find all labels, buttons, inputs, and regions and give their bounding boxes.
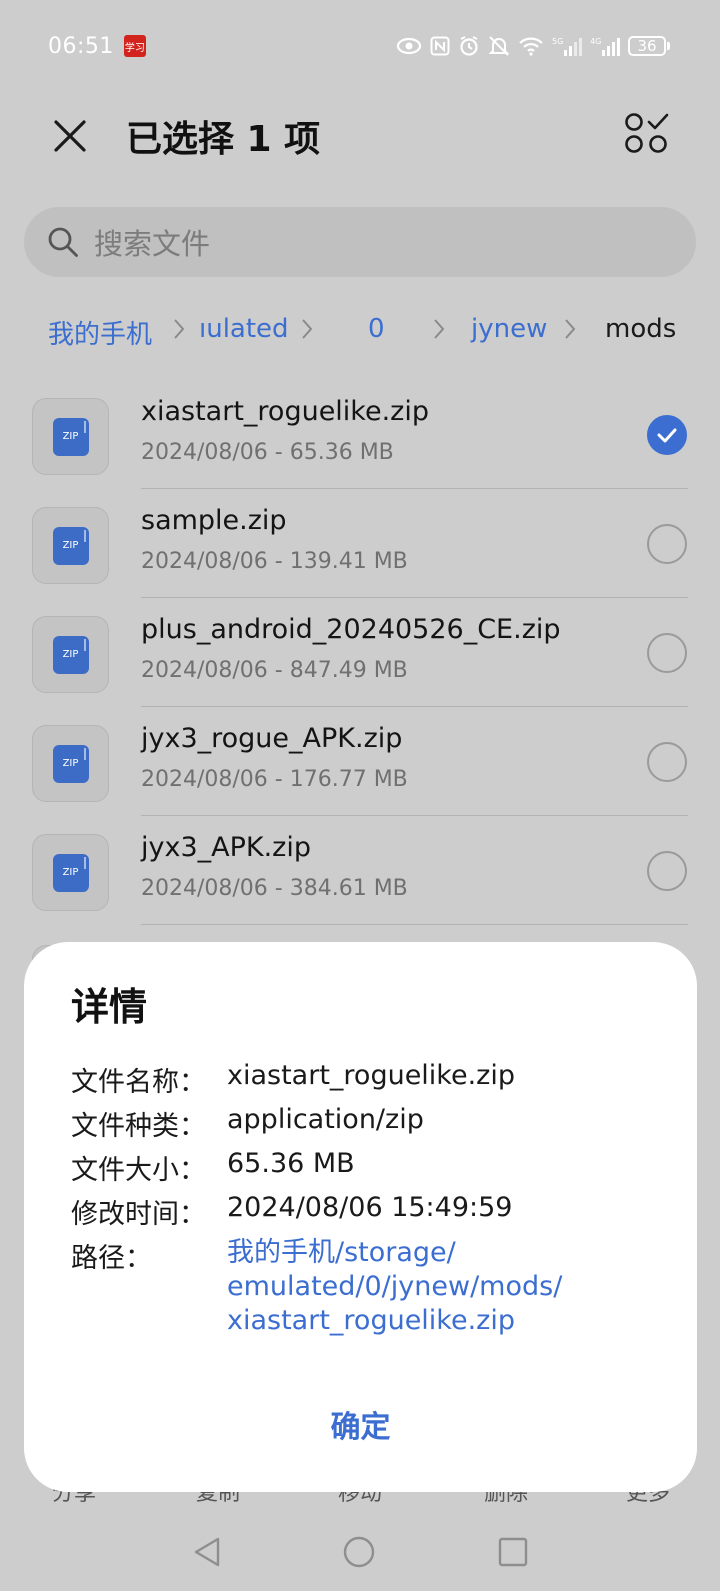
list-item[interactable]: ZIP jyx3_rogue_APK.zip 2024/08/06 - 176.… <box>0 707 720 816</box>
zip-label: ZIP <box>52 744 89 783</box>
list-item[interactable]: ZIP jyx3_APK.zip 2024/08/06 - 384.61 MB <box>0 816 720 925</box>
zip-label: ZIP <box>52 853 89 892</box>
checkbox-checked[interactable] <box>647 415 687 455</box>
alarm-icon <box>460 36 478 56</box>
file-name: jyx3_rogue_APK.zip <box>141 723 403 754</box>
status-icons: 5G 4G 36 <box>396 35 670 57</box>
file-meta: 2024/08/06 - 176.77 MB <box>141 767 408 792</box>
header: 已选择 1 项 <box>0 92 720 212</box>
signal-4g-icon: 4G <box>590 37 620 56</box>
signal-5g-icon: 5G <box>552 37 582 56</box>
system-nav-bar <box>0 1525 720 1591</box>
file-meta: 2024/08/06 - 65.36 MB <box>141 440 394 465</box>
recents-icon[interactable] <box>496 1535 530 1569</box>
breadcrumb-item-jynew[interactable]: jynew <box>471 314 547 344</box>
breadcrumb-item-0[interactable]: 0 <box>368 314 385 344</box>
zip-file-icon: ZIP <box>32 616 109 693</box>
list-item[interactable]: ZIP sample.zip 2024/08/06 - 139.41 MB <box>0 489 720 598</box>
checkbox[interactable] <box>647 742 687 782</box>
svg-text:5G: 5G <box>552 37 563 46</box>
path-link[interactable]: 我的手机/storage/ emulated/0/jynew/mods/ xia… <box>227 1236 562 1338</box>
checkbox[interactable] <box>647 633 687 673</box>
battery-tip <box>667 42 670 50</box>
breadcrumb-item-emulated[interactable]: ıulated <box>199 314 289 344</box>
detail-value: xiastart_roguelike.zip <box>227 1060 515 1091</box>
chevron-right-icon <box>565 319 576 339</box>
status-left: 06:51 学习 <box>48 34 146 59</box>
chevron-right-icon <box>174 319 185 339</box>
file-meta: 2024/08/06 - 384.61 MB <box>141 876 408 901</box>
detail-label: 路径： <box>71 1243 152 1274</box>
list-item[interactable]: ZIP xiastart_roguelike.zip 2024/08/06 - … <box>0 380 720 489</box>
breadcrumb-item-my-phone[interactable]: 我的手机 <box>48 314 152 351</box>
file-list: ZIP xiastart_roguelike.zip 2024/08/06 - … <box>0 380 720 925</box>
file-name: sample.zip <box>141 505 287 536</box>
checkbox[interactable] <box>647 524 687 564</box>
details-dialog: 详情 文件名称： xiastart_roguelike.zip 文件种类： ap… <box>24 942 697 1492</box>
confirm-button[interactable]: 确定 <box>24 1402 697 1452</box>
mute-bell-icon <box>488 36 510 56</box>
back-icon[interactable] <box>190 1535 224 1569</box>
file-name: jyx3_APK.zip <box>141 832 311 863</box>
battery-level: 36 <box>628 36 666 56</box>
dialog-title: 详情 <box>71 985 148 1029</box>
detail-label: 文件种类： <box>71 1111 206 1142</box>
path-line: emulated/0/jynew/mods/ <box>227 1271 563 1302</box>
file-meta: 2024/08/06 - 139.41 MB <box>141 549 408 574</box>
path-line: 我的手机/storage/ <box>227 1237 456 1268</box>
status-bar: 06:51 学习 5G 4G 36 <box>0 0 720 92</box>
detail-label: 文件大小： <box>71 1155 206 1186</box>
home-icon[interactable] <box>342 1535 376 1569</box>
page-title: 已选择 1 项 <box>126 119 321 160</box>
nfc-icon <box>430 36 450 56</box>
app-badge-icon: 学习 <box>123 35 146 57</box>
zip-file-icon: ZIP <box>32 725 109 802</box>
detail-label: 文件名称： <box>71 1067 206 1098</box>
file-meta: 2024/08/06 - 847.49 MB <box>141 658 408 683</box>
checkbox[interactable] <box>647 851 687 891</box>
search-icon <box>48 227 78 257</box>
battery-icon: 36 <box>628 36 670 56</box>
search-input[interactable]: 搜索文件 <box>24 207 696 277</box>
detail-value: application/zip <box>227 1104 424 1135</box>
zip-file-icon: ZIP <box>32 398 109 475</box>
detail-value: 2024/08/06 15:49:59 <box>227 1192 513 1223</box>
divider <box>141 924 688 925</box>
zip-label: ZIP <box>52 417 89 456</box>
wifi-icon <box>519 37 543 56</box>
file-name: xiastart_roguelike.zip <box>141 396 429 427</box>
breadcrumb: 我的手机 ıulated 0 jynew mods <box>0 308 720 358</box>
select-all-icon[interactable] <box>624 110 670 156</box>
list-item[interactable]: ZIP plus_android_20240526_CE.zip 2024/08… <box>0 598 720 707</box>
zip-file-icon: ZIP <box>32 834 109 911</box>
zip-label: ZIP <box>52 526 89 565</box>
detail-value: 65.36 MB <box>227 1148 355 1179</box>
chevron-right-icon <box>302 319 313 339</box>
eye-icon <box>396 37 422 55</box>
breadcrumb-item-mods: mods <box>605 314 677 344</box>
path-line: xiastart_roguelike.zip <box>227 1305 515 1336</box>
close-icon[interactable] <box>48 114 92 158</box>
zip-file-icon: ZIP <box>32 507 109 584</box>
detail-label: 修改时间： <box>71 1199 206 1230</box>
chevron-right-icon <box>434 319 445 339</box>
file-name: plus_android_20240526_CE.zip <box>141 614 561 645</box>
search-placeholder: 搜索文件 <box>94 227 211 261</box>
check-icon <box>657 428 677 443</box>
status-time: 06:51 <box>48 33 114 59</box>
svg-text:4G: 4G <box>590 37 601 46</box>
zip-label: ZIP <box>52 635 89 674</box>
